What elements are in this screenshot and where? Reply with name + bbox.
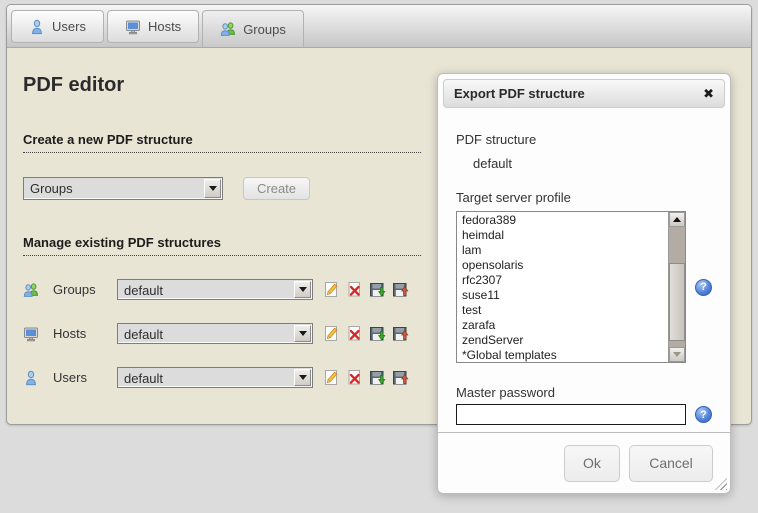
- structure-type-select[interactable]: Groups: [23, 177, 223, 200]
- help-icon[interactable]: ?: [695, 406, 712, 423]
- scroll-up-icon[interactable]: [669, 212, 685, 227]
- profile-option[interactable]: heimdal: [462, 228, 685, 243]
- groups-structure-select[interactable]: default: [117, 279, 313, 300]
- export-structure-button[interactable]: [369, 325, 386, 342]
- pencil-icon: [323, 325, 340, 342]
- hosts-structure-select[interactable]: default: [117, 323, 313, 344]
- target-server-profile-label: Target server profile: [456, 190, 712, 205]
- import-structure-button[interactable]: [392, 325, 409, 342]
- user-icon: [29, 19, 45, 35]
- master-password-input[interactable]: [456, 404, 686, 425]
- export-pdf-structure-dialog: Export PDF structure ✖ PDF structure def…: [437, 73, 731, 494]
- tab-groups[interactable]: Groups: [202, 10, 304, 47]
- delete-structure-button[interactable]: [346, 369, 363, 386]
- delete-structure-button[interactable]: [346, 325, 363, 342]
- scrollbar-thumb[interactable]: [669, 263, 685, 341]
- delete-icon: [346, 369, 363, 386]
- import-structure-button[interactable]: [392, 369, 409, 386]
- row-label: Users: [41, 370, 117, 385]
- edit-structure-button[interactable]: [323, 281, 340, 298]
- users-structure-select[interactable]: default: [117, 367, 313, 388]
- target-server-profile-listbox[interactable]: fedora389 heimdal lam opensolaris rfc230…: [456, 211, 686, 363]
- profile-option[interactable]: test: [462, 303, 685, 318]
- delete-structure-button[interactable]: [346, 281, 363, 298]
- chevron-down-icon: [294, 281, 311, 298]
- pdf-structure-value: default: [456, 156, 712, 171]
- profile-option[interactable]: suse11: [462, 288, 685, 303]
- tab-label: Users: [52, 19, 86, 34]
- import-icon: [392, 325, 409, 342]
- help-icon[interactable]: ?: [695, 279, 712, 296]
- pencil-icon: [323, 369, 340, 386]
- pencil-icon: [323, 281, 340, 298]
- user-icon: [23, 370, 41, 386]
- select-value: default: [118, 280, 312, 301]
- edit-structure-button[interactable]: [323, 325, 340, 342]
- group-icon: [23, 282, 41, 298]
- cancel-button[interactable]: Cancel: [629, 445, 713, 482]
- row-label: Hosts: [41, 326, 117, 341]
- row-label: Groups: [41, 282, 117, 297]
- profile-option[interactable]: *Global templates: [462, 348, 685, 363]
- profile-option[interactable]: opensolaris: [462, 258, 685, 273]
- create-button[interactable]: Create: [243, 177, 310, 200]
- export-structure-button[interactable]: [369, 281, 386, 298]
- profile-option[interactable]: zendServer: [462, 333, 685, 348]
- host-icon: [23, 326, 41, 342]
- delete-icon: [346, 281, 363, 298]
- chevron-down-icon: [294, 325, 311, 342]
- profile-option[interactable]: lam: [462, 243, 685, 258]
- dialog-titlebar[interactable]: Export PDF structure ✖: [443, 79, 725, 108]
- pdf-structure-label: PDF structure: [456, 132, 712, 147]
- select-value: Groups: [24, 178, 222, 199]
- import-icon: [392, 369, 409, 386]
- host-icon: [125, 19, 141, 35]
- tab-label: Hosts: [148, 19, 181, 34]
- import-icon: [392, 281, 409, 298]
- tab-label: Groups: [243, 22, 286, 37]
- export-icon: [369, 281, 386, 298]
- scroll-down-icon[interactable]: [669, 347, 685, 362]
- profile-option[interactable]: fedora389: [462, 213, 685, 228]
- ok-button[interactable]: Ok: [564, 445, 620, 482]
- dialog-title: Export PDF structure: [454, 86, 585, 101]
- import-structure-button[interactable]: [392, 281, 409, 298]
- edit-structure-button[interactable]: [323, 369, 340, 386]
- export-structure-button[interactable]: [369, 369, 386, 386]
- export-icon: [369, 325, 386, 342]
- master-password-label: Master password: [456, 385, 712, 400]
- profile-option[interactable]: zarafa: [462, 318, 685, 333]
- chevron-down-icon: [204, 179, 221, 198]
- dialog-body: PDF structure default Target server prof…: [438, 113, 730, 425]
- tab-users[interactable]: Users: [11, 10, 104, 43]
- export-icon: [369, 369, 386, 386]
- manage-section-heading: Manage existing PDF structures: [23, 235, 421, 256]
- delete-icon: [346, 325, 363, 342]
- account-type-tabbar: Users Hosts Gr: [7, 5, 751, 48]
- close-icon[interactable]: ✖: [703, 87, 714, 100]
- profile-option[interactable]: rfc2307: [462, 273, 685, 288]
- chevron-down-icon: [294, 369, 311, 386]
- group-icon: [220, 21, 236, 37]
- select-value: default: [118, 324, 312, 345]
- select-value: default: [118, 368, 312, 389]
- create-section-heading: Create a new PDF structure: [23, 132, 421, 153]
- dialog-footer: Ok Cancel: [438, 432, 730, 493]
- tab-hosts[interactable]: Hosts: [107, 10, 199, 43]
- listbox-scrollbar[interactable]: [668, 212, 685, 362]
